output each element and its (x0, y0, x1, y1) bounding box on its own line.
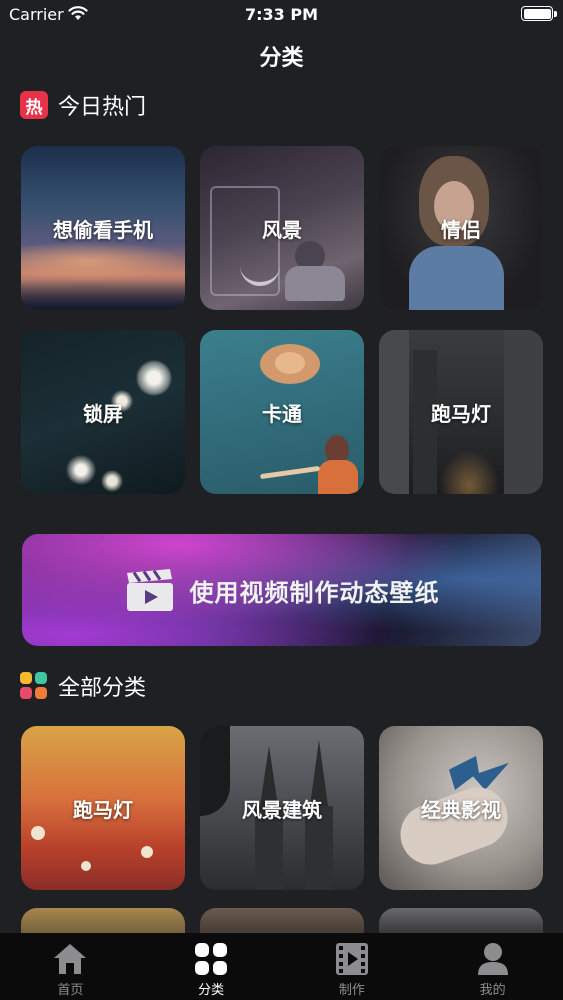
hot-badge-icon: 热 (20, 91, 48, 119)
banner-text: 使用视频制作动态壁纸 (189, 578, 440, 607)
hot-section-header: 热 今日热门 (20, 90, 146, 120)
hot-badge-text: 热 (25, 97, 43, 118)
tile-label: 风景建筑 (242, 797, 322, 822)
tab-bar: 首页 分类 制作 我的 (0, 933, 563, 1000)
tab-label: 我的 (479, 983, 506, 998)
hot-tile-cartoon[interactable]: 卡通 (200, 330, 364, 494)
tab-create[interactable]: 制作 (282, 933, 423, 1000)
category-tile-marquee[interactable]: 跑马灯 (21, 726, 185, 890)
all-section-header: 全部分类 (20, 671, 146, 701)
tab-category[interactable]: 分类 (141, 933, 282, 1000)
tab-label: 首页 (57, 983, 84, 998)
grid-icon (195, 943, 228, 975)
hot-tile-lock-screen[interactable]: 锁屏 (21, 330, 185, 494)
battery-tip (554, 11, 557, 17)
clapperboard-icon (126, 569, 173, 611)
status-bar: Carrier 7:33 PM (0, 0, 563, 30)
all-section-title: 全部分类 (58, 676, 147, 701)
tile-label: 锁屏 (83, 401, 123, 426)
hot-tile-scenery[interactable]: 风景 (200, 146, 364, 310)
battery-icon (521, 6, 553, 21)
hot-tile-marquee[interactable]: 跑马灯 (379, 330, 543, 494)
hot-tile-couple[interactable]: 情侣 (379, 146, 543, 310)
tile-label: 情侣 (441, 217, 481, 242)
user-icon (477, 943, 508, 975)
tile-label: 卡通 (262, 401, 302, 426)
category-tile-classic-film[interactable]: 经典影视 (379, 726, 543, 890)
category-tile-architecture[interactable]: 风景建筑 (200, 726, 364, 890)
hot-tile-peek-phone[interactable]: 想偷看手机 (21, 146, 185, 310)
tab-label: 分类 (198, 983, 225, 998)
film-icon (335, 943, 368, 975)
home-icon (54, 944, 87, 974)
tile-label: 跑马灯 (73, 797, 133, 822)
tab-home[interactable]: 首页 (0, 933, 141, 1000)
tile-label: 跑马灯 (431, 401, 491, 426)
tile-label: 想偷看手机 (53, 217, 153, 242)
make-live-wallpaper-banner[interactable]: 使用视频制作动态壁纸 (22, 534, 541, 646)
page-title: 分类 (259, 46, 304, 71)
tab-profile[interactable]: 我的 (422, 933, 563, 1000)
tile-label: 风景 (262, 217, 302, 242)
tab-label: 制作 (338, 983, 365, 998)
status-time: 7:33 PM (244, 5, 318, 24)
tile-label: 经典影视 (421, 797, 501, 822)
colorful-grid-icon (20, 672, 48, 700)
hot-section-title: 今日热门 (58, 95, 147, 120)
